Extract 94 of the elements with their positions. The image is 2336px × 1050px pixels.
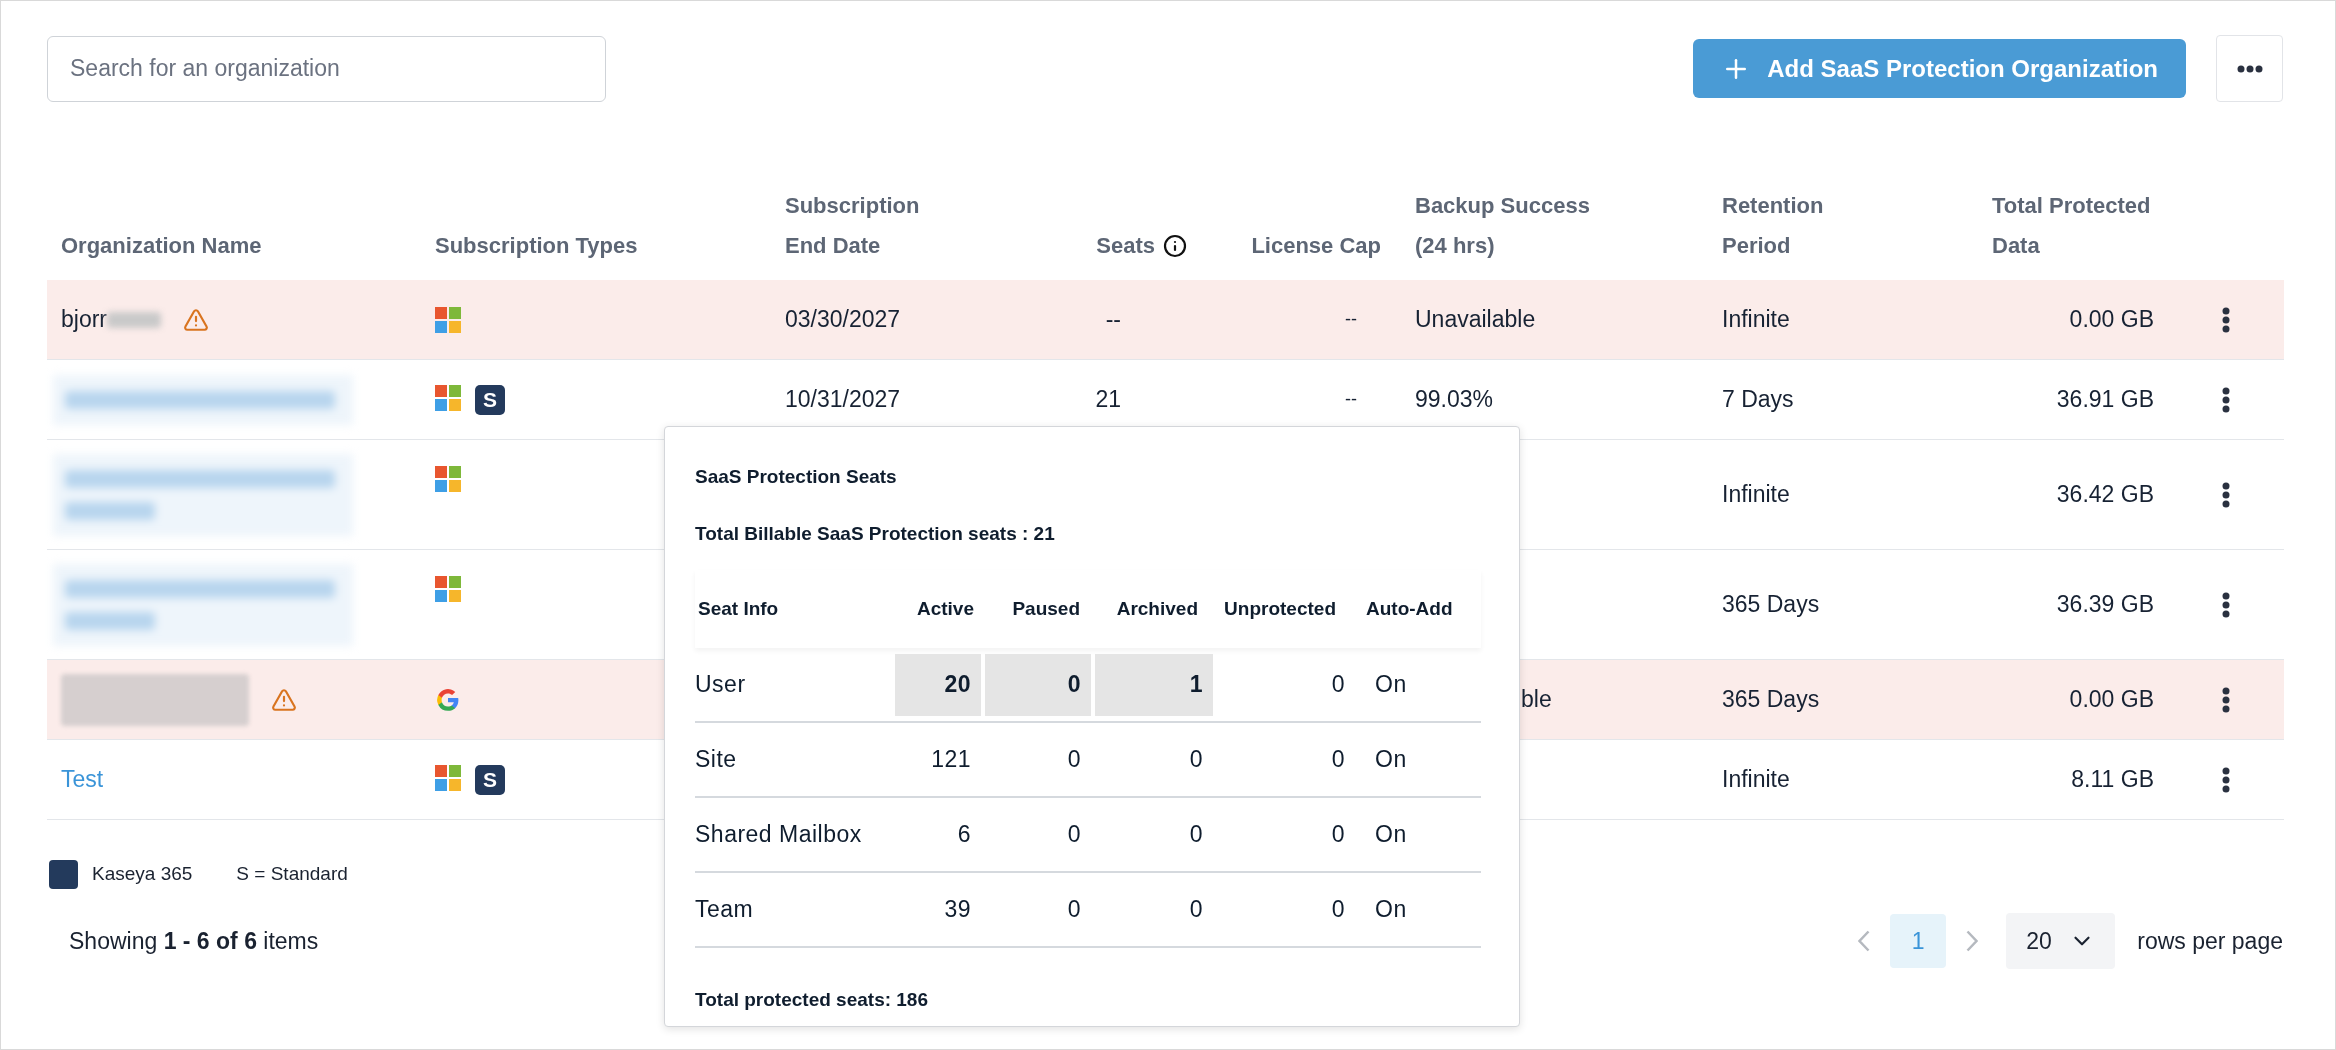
warning-icon	[183, 306, 209, 333]
kebab-icon	[2222, 766, 2230, 793]
end-date: 03/30/2027	[785, 306, 901, 333]
backup-success: 99.03%	[1415, 386, 1493, 413]
retention-period: 365 Days	[1722, 686, 1820, 713]
column-header: Archived	[1115, 596, 1199, 621]
retention-period: Infinite	[1722, 766, 1790, 793]
column-header: Seats	[1096, 232, 1155, 260]
chevron-right-icon	[1966, 930, 1979, 952]
column-header: Auto-Add	[1365, 596, 1454, 621]
column-header: Seat Info	[698, 596, 780, 621]
seats-count: --	[1105, 305, 1121, 335]
column-header: Active	[915, 596, 975, 621]
seats-count: 21	[1095, 385, 1121, 415]
seat-count: 121	[931, 745, 971, 775]
auto-add-status: On	[1374, 670, 1407, 700]
legend-label: S = Standard	[236, 862, 348, 887]
protected-data: 36.39 GB	[2056, 590, 2154, 620]
seat-count: 0	[1189, 820, 1203, 850]
more-options-button[interactable]	[2216, 35, 2283, 102]
backup-success: Unavailable	[1415, 306, 1536, 333]
auto-add-status: On	[1374, 820, 1407, 850]
chevron-left-icon	[1858, 930, 1871, 952]
retention-period: Infinite	[1722, 306, 1790, 333]
auto-add-status: On	[1374, 895, 1407, 925]
protected-data: 36.91 GB	[2056, 385, 2154, 415]
seat-type: Team	[695, 895, 755, 925]
highlighted-cell: 1	[1095, 653, 1213, 716]
windows-logo-icon	[435, 306, 461, 333]
column-header: License Cap	[1251, 232, 1381, 260]
more-icon	[2236, 64, 2263, 73]
seat-count: 0	[1331, 895, 1345, 925]
total-seats: Total protected seats: 186	[695, 986, 1489, 1015]
protected-data: 0.00 GB	[2069, 685, 2154, 715]
windows-logo-icon	[435, 576, 461, 602]
kebab-icon	[2222, 481, 2230, 508]
organization-link[interactable]: Test	[61, 762, 104, 797]
retention-period: 7 Days	[1722, 386, 1794, 413]
seat-type: Shared Mailbox	[695, 820, 863, 850]
page-size-select[interactable]: 20	[2006, 913, 2116, 969]
add-organization-button[interactable]: Add SaaS Protection Organization	[1693, 39, 2186, 98]
column-header: Paused	[1011, 596, 1081, 621]
highlighted-cell: 0	[985, 653, 1091, 716]
standard-badge: S	[475, 384, 505, 415]
protected-data: 0.00 GB	[2069, 305, 2154, 335]
kebab-icon	[2222, 591, 2230, 618]
seat-count: 0	[1331, 820, 1345, 850]
standard-badge: S	[475, 764, 505, 795]
column-header: Total Protected Data	[1992, 192, 2152, 260]
windows-logo-icon	[435, 384, 461, 411]
items-summary: Showing 1 - 6 of 6 items	[69, 926, 319, 956]
legend-label: Kaseya 365	[92, 862, 193, 887]
license-cap: --	[1345, 308, 1357, 331]
seat-count: 0	[1189, 895, 1203, 925]
kebab-icon	[2222, 686, 2230, 713]
column-header: Subscription End Date	[785, 192, 921, 260]
column-header: Organization Name	[61, 232, 262, 260]
end-date: 10/31/2027	[785, 386, 901, 413]
redacted-name	[107, 311, 161, 328]
seat-type: Site	[695, 745, 738, 775]
seat-count: 6	[957, 820, 971, 850]
warning-icon	[271, 686, 297, 713]
column-header: Backup Success (24 hrs)	[1415, 192, 1591, 260]
billable-seats: Total Billable SaaS Protection seats : 21	[695, 519, 1489, 548]
seat-type: User	[695, 670, 747, 700]
organization-name: bjorr	[61, 305, 107, 335]
license-cap: --	[1345, 388, 1357, 411]
seat-count: 0	[1189, 745, 1203, 775]
backup-success: ble	[1521, 686, 1552, 713]
auto-add-status: On	[1374, 745, 1407, 775]
seat-count: 39	[944, 895, 971, 925]
highlighted-cell: 20	[895, 653, 981, 716]
windows-logo-icon	[435, 466, 461, 492]
protected-data: 36.42 GB	[2056, 480, 2154, 510]
seat-count: 0	[1331, 745, 1345, 775]
google-logo-icon	[435, 686, 461, 713]
retention-period: 365 Days	[1722, 591, 1820, 618]
column-header: Unprotected	[1223, 596, 1337, 621]
rows-per-page-label: rows per page	[2137, 926, 2283, 956]
seat-count: 0	[1067, 895, 1081, 925]
windows-logo-icon	[435, 764, 461, 791]
column-header: Retention Period	[1722, 192, 1825, 260]
legend-swatch	[49, 860, 78, 889]
seat-count: 0	[1067, 745, 1081, 775]
search-field[interactable]: Search for an organization	[47, 35, 606, 102]
seat-count: 0	[1067, 820, 1081, 850]
kebab-icon	[2222, 386, 2230, 413]
seat-count: 0	[1331, 670, 1345, 700]
kebab-icon	[2222, 306, 2230, 333]
retention-period: Infinite	[1722, 481, 1790, 508]
column-header: Subscription Types	[435, 232, 638, 260]
page-button[interactable]: 1	[1890, 914, 1947, 968]
popover-title: SaaS Protection Seats	[695, 465, 898, 489]
protected-data: 8.11 GB	[2071, 765, 2154, 795]
